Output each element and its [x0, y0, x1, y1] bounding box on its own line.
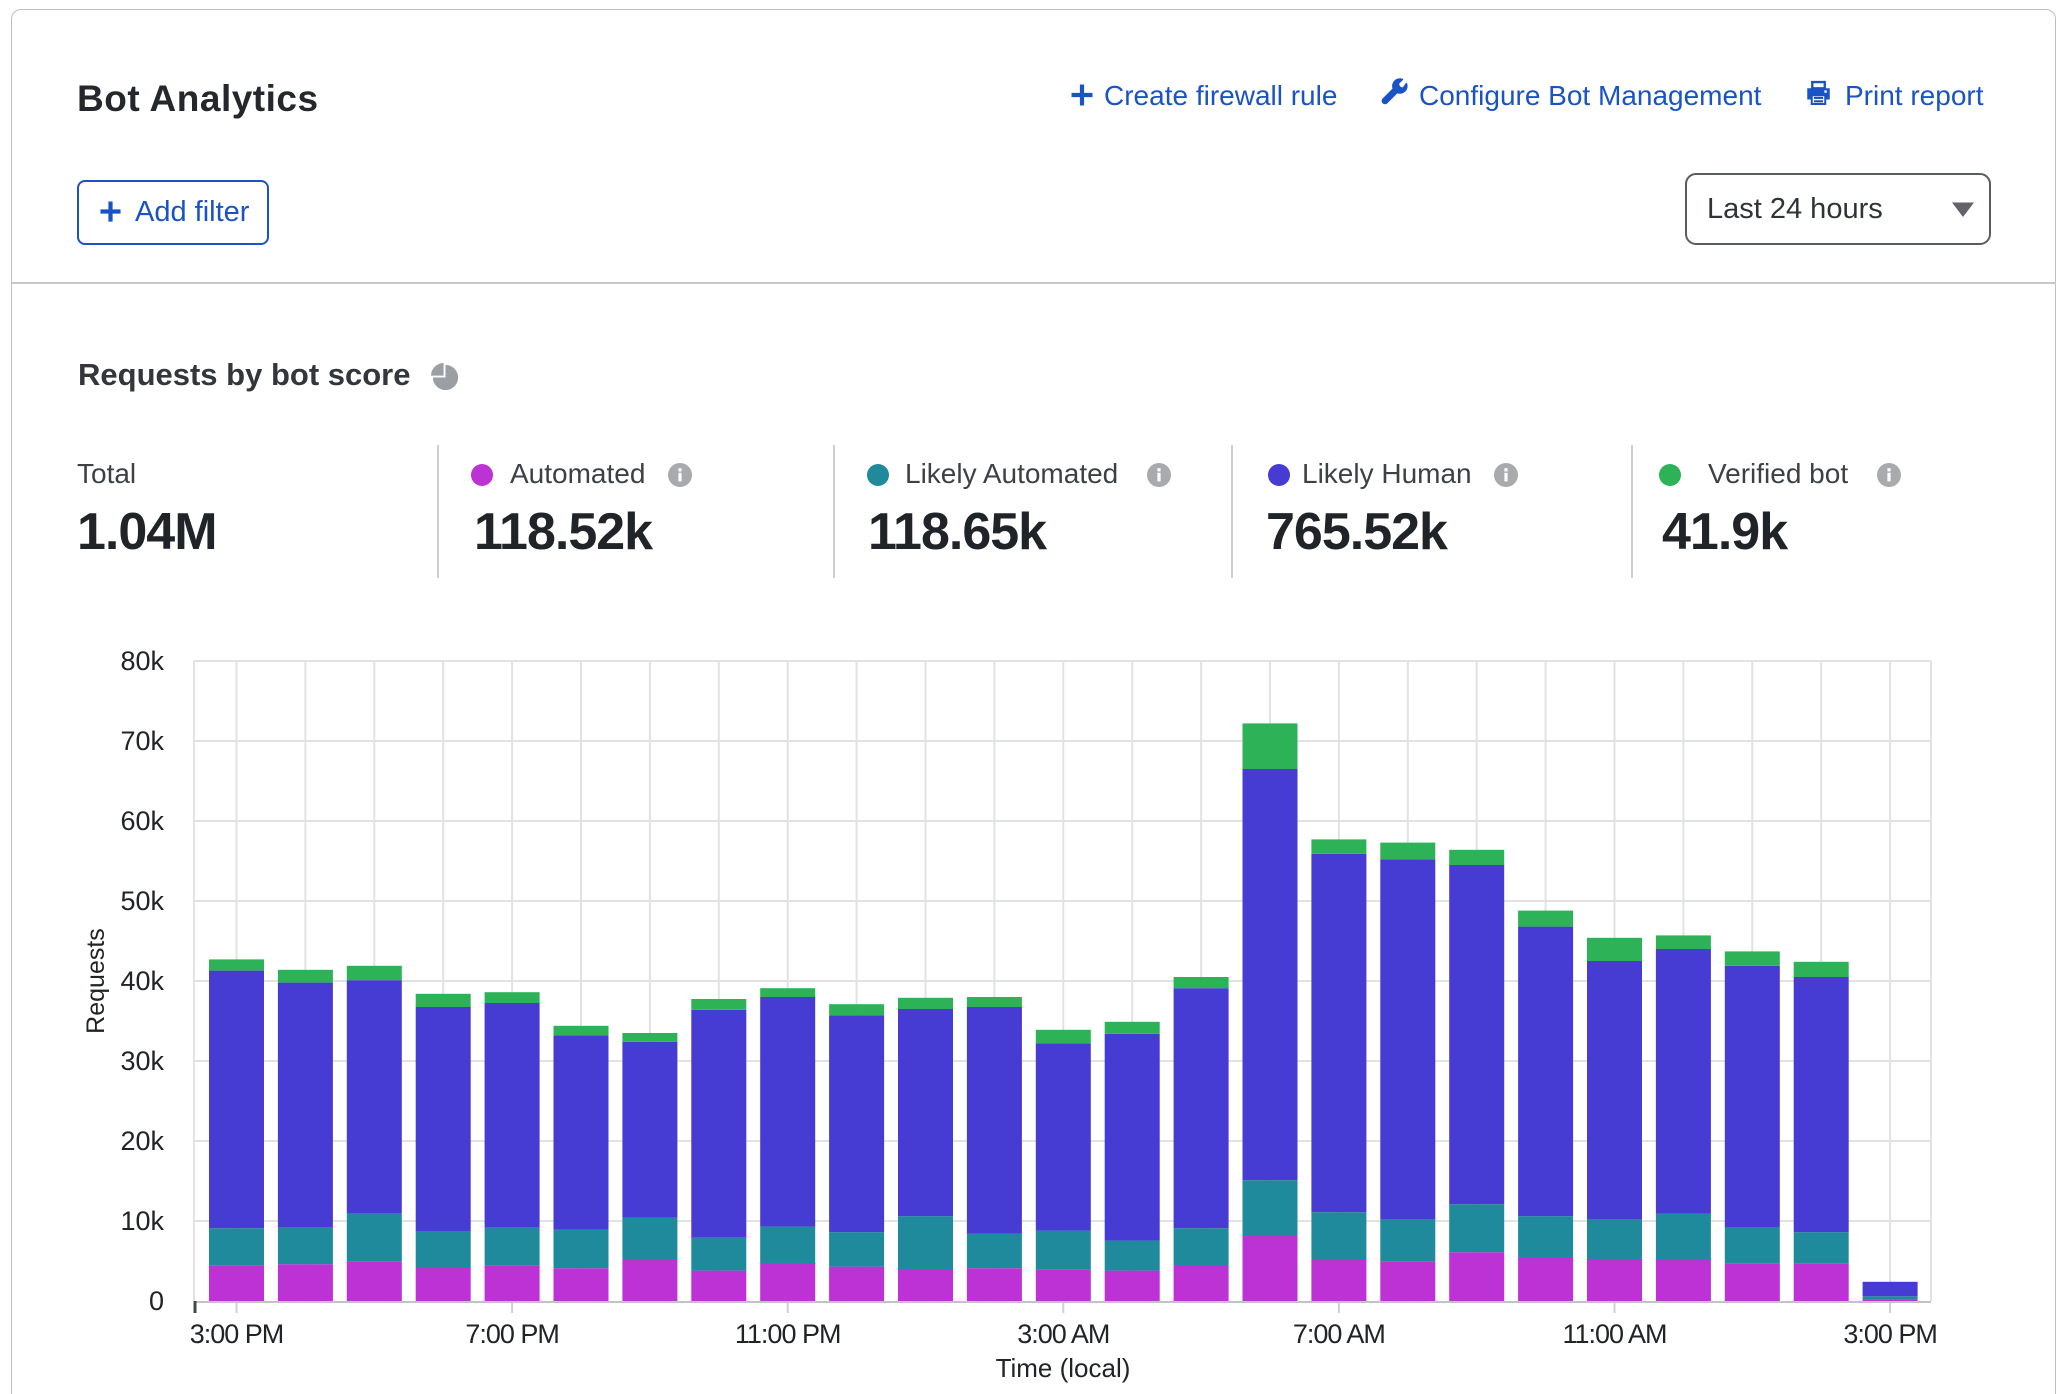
svg-text:60k: 60k — [120, 806, 164, 836]
svg-text:11:00 AM: 11:00 AM — [1562, 1319, 1666, 1349]
svg-text:80k: 80k — [120, 646, 164, 676]
svg-text:3:00 AM: 3:00 AM — [1017, 1319, 1109, 1349]
svg-text:20k: 20k — [120, 1126, 164, 1156]
svg-text:0: 0 — [149, 1286, 164, 1316]
svg-text:Requests: Requests — [82, 928, 110, 1034]
svg-text:30k: 30k — [120, 1046, 164, 1076]
svg-text:11:00 PM: 11:00 PM — [735, 1319, 841, 1349]
svg-text:70k: 70k — [120, 726, 164, 756]
svg-text:7:00 PM: 7:00 PM — [465, 1319, 559, 1349]
svg-text:Time (local): Time (local) — [996, 1353, 1131, 1383]
svg-text:7:00 AM: 7:00 AM — [1293, 1319, 1385, 1349]
svg-text:10k: 10k — [120, 1206, 164, 1236]
svg-text:3:00 PM: 3:00 PM — [190, 1319, 284, 1349]
svg-text:3:00 PM: 3:00 PM — [1843, 1319, 1937, 1349]
svg-text:40k: 40k — [120, 966, 164, 996]
svg-text:50k: 50k — [120, 886, 164, 916]
